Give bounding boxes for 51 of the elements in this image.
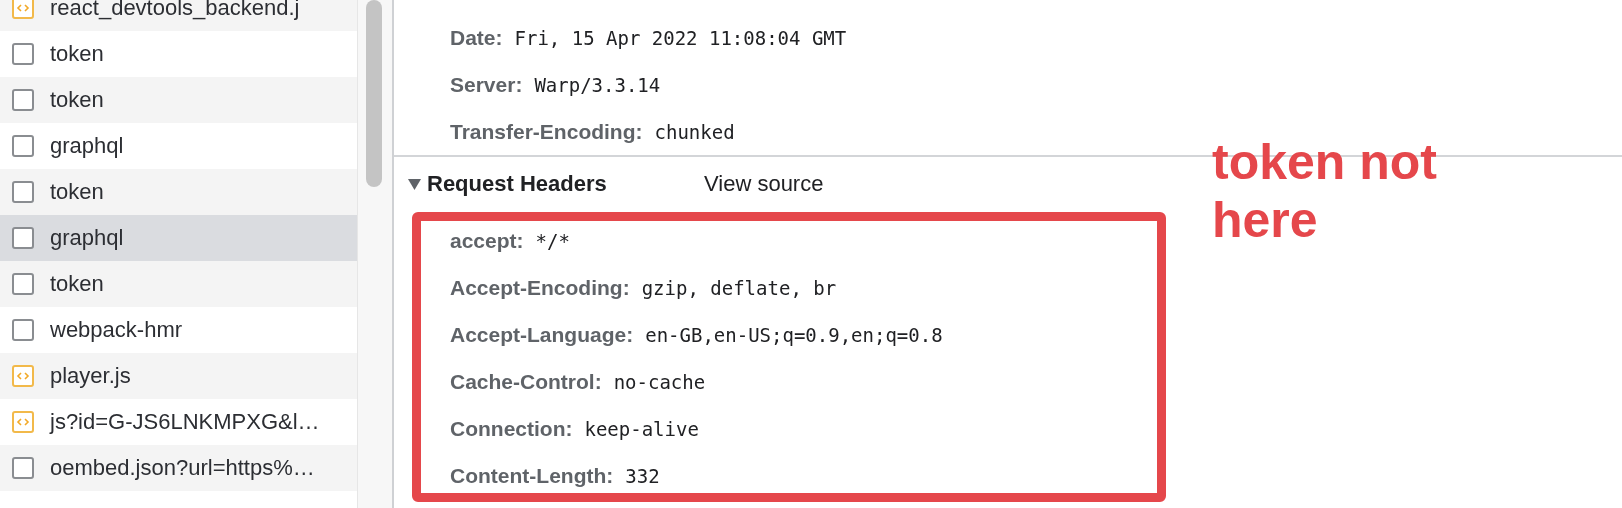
header-value: no-cache	[613, 370, 706, 393]
request-name: token	[50, 179, 104, 205]
header-value: Fri, 15 Apr 2022 11:08:04 GMT	[514, 26, 847, 49]
header-name: Date:	[450, 25, 503, 50]
document-file-icon	[12, 227, 34, 249]
header-name: Server:	[450, 72, 523, 97]
expand-triangle-icon	[408, 178, 421, 190]
document-file-icon	[12, 181, 34, 203]
header-value: keep-alive	[584, 417, 699, 440]
request-row[interactable]: token	[0, 169, 358, 215]
request-name: token	[50, 41, 104, 67]
header-value: 332	[625, 464, 660, 487]
request-row[interactable]: graphql	[0, 215, 358, 261]
header-name: Content-Length:	[450, 463, 614, 488]
request-name: token	[50, 271, 104, 297]
document-file-icon	[12, 135, 34, 157]
header-value: */*	[535, 229, 570, 252]
request-row[interactable]: oembed.json?url=https%…	[0, 445, 358, 491]
document-file-icon	[12, 273, 34, 295]
section-toggle[interactable]: Request Headers	[408, 171, 704, 197]
script-file-icon	[12, 411, 34, 433]
document-file-icon	[12, 457, 34, 479]
header-name: Accept-Encoding:	[450, 275, 630, 300]
request-name: js?id=G-JS6LNKMPXG&l…	[50, 409, 320, 435]
document-file-icon	[12, 43, 34, 65]
request-name: graphql	[50, 225, 124, 251]
scrollbar[interactable]	[357, 0, 392, 508]
request-name: player.js	[50, 363, 131, 389]
header-name: Transfer-Encoding:	[450, 119, 643, 144]
header-name: Accept-Language:	[450, 322, 634, 347]
script-file-icon	[12, 0, 34, 19]
request-name: graphql	[50, 133, 124, 159]
header-value: en-GB,en-US;q=0.9,en;q=0.8	[645, 323, 943, 346]
header-value: chunked	[654, 120, 735, 143]
view-source-link[interactable]: View source	[704, 171, 824, 197]
header-name: Cache-Control:	[450, 369, 602, 394]
header-name: accept:	[450, 228, 524, 253]
header-value: gzip, deflate, br	[641, 276, 837, 299]
request-name: token	[50, 87, 104, 113]
request-row[interactable]: token	[0, 261, 358, 307]
header-name: Connection:	[450, 416, 573, 441]
request-name: oembed.json?url=https%…	[50, 455, 315, 481]
request-row[interactable]: token	[0, 77, 358, 123]
header-value: Warp/3.3.14	[534, 73, 661, 96]
document-file-icon	[12, 319, 34, 341]
script-file-icon	[12, 365, 34, 387]
document-file-icon	[12, 89, 34, 111]
request-row[interactable]: player.js	[0, 353, 358, 399]
section-title: Request Headers	[427, 171, 607, 197]
request-name: webpack-hmr	[50, 317, 183, 343]
annotation-text: token not here	[1212, 134, 1438, 249]
